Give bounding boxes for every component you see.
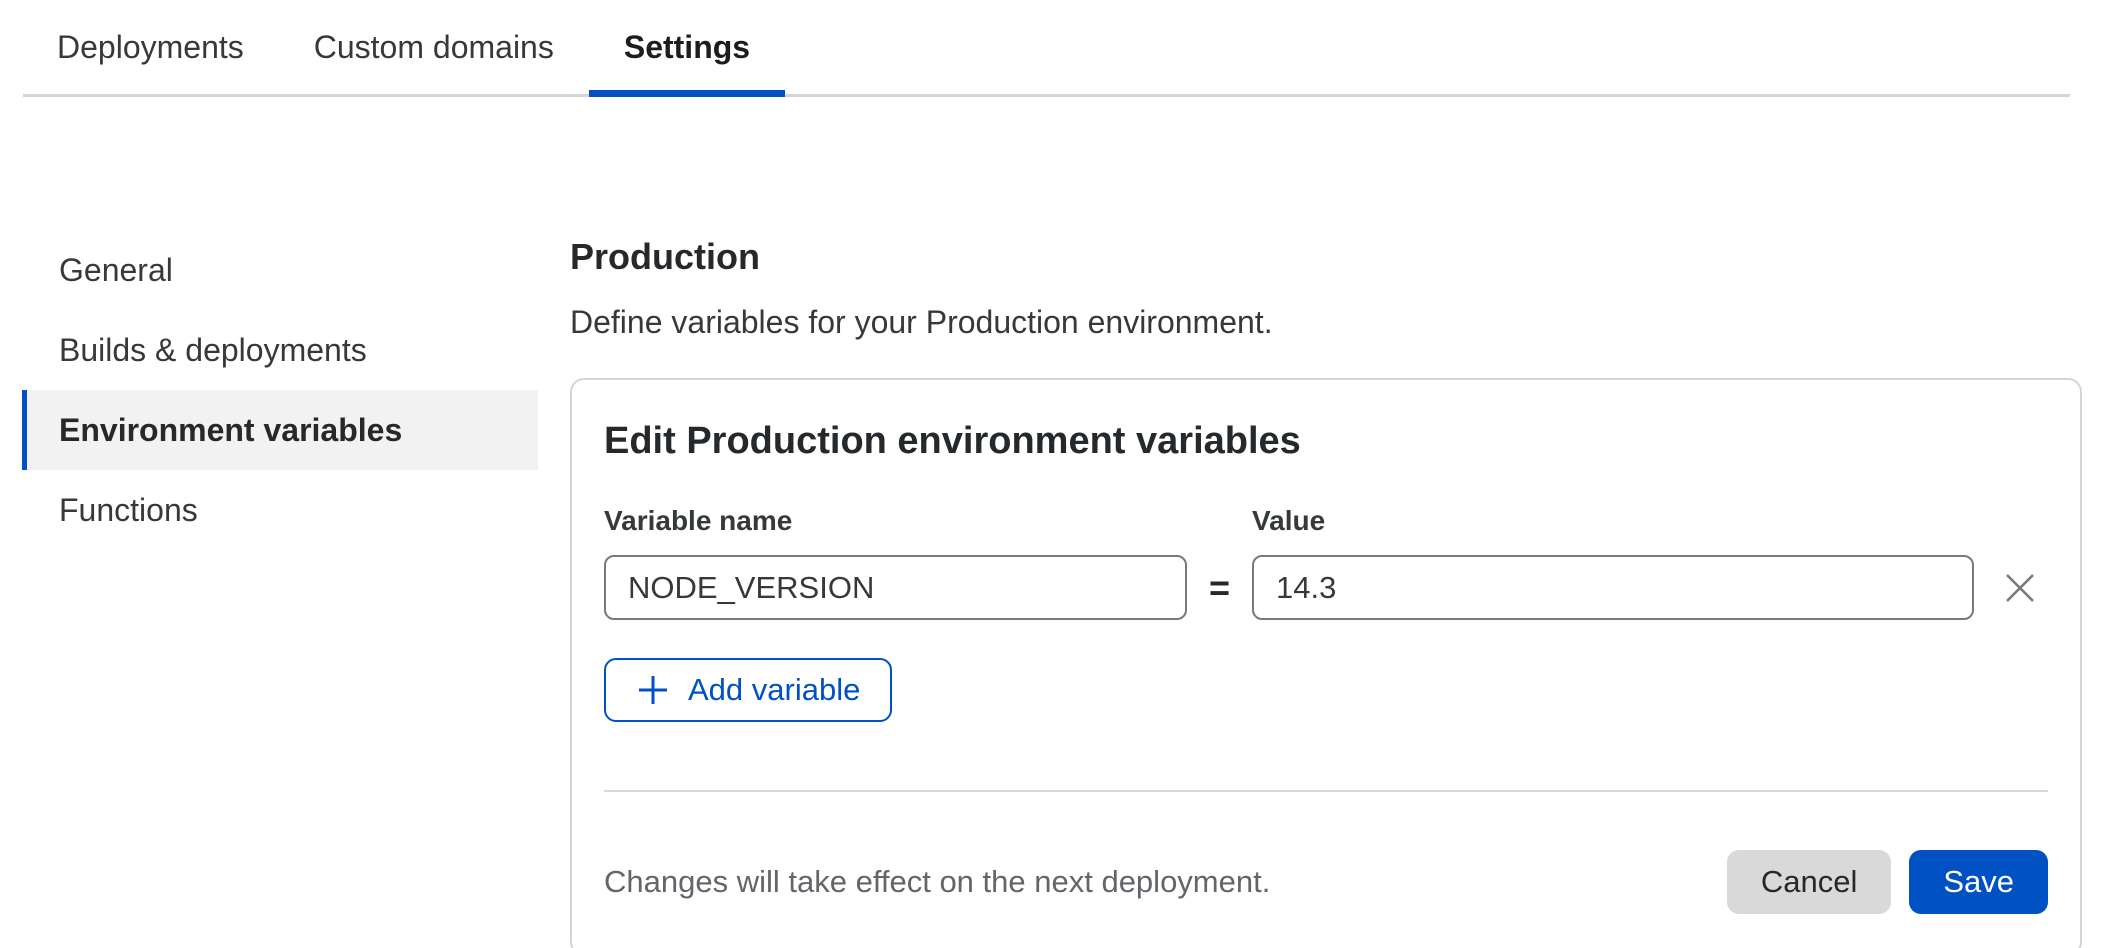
- settings-content: General Builds & deployments Environment…: [0, 97, 2121, 945]
- card-title: Edit Production environment variables: [604, 420, 2048, 463]
- project-tabbar: Deployments Custom domains Settings: [23, 0, 2070, 97]
- tab-settings[interactable]: Settings: [589, 0, 785, 94]
- sidebar-item-builds-deployments[interactable]: Builds & deployments: [22, 310, 538, 390]
- variable-value-label: Value: [1252, 505, 2048, 537]
- tab-custom-domains[interactable]: Custom domains: [279, 0, 589, 94]
- delete-variable-button[interactable]: [1996, 564, 2044, 612]
- sidebar-item-functions[interactable]: Functions: [22, 470, 538, 550]
- equals-sign: =: [1187, 567, 1252, 609]
- section-description: Define variables for your Production env…: [570, 304, 2082, 341]
- variable-value-input[interactable]: [1252, 555, 1974, 620]
- card-divider: [604, 790, 2048, 792]
- plus-icon: [636, 673, 670, 707]
- sidebar-item-general[interactable]: General: [22, 230, 538, 310]
- section-title: Production: [570, 236, 2082, 278]
- edit-variables-card: Edit Production environment variables Va…: [570, 378, 2082, 948]
- environment-variables-panel: Production Define variables for your Pro…: [570, 236, 2082, 948]
- variable-labels-row: Variable name Value: [604, 505, 2048, 537]
- cancel-button[interactable]: Cancel: [1727, 850, 1892, 914]
- tab-deployments[interactable]: Deployments: [23, 0, 279, 94]
- variable-name-input[interactable]: [604, 555, 1187, 620]
- variable-row: =: [604, 555, 2048, 620]
- sidebar-item-environment-variables[interactable]: Environment variables: [22, 390, 538, 470]
- variable-name-label: Variable name: [604, 505, 1252, 537]
- card-footer: Changes will take effect on the next dep…: [604, 850, 2048, 914]
- footer-note: Changes will take effect on the next dep…: [604, 864, 1727, 900]
- close-icon: [2000, 568, 2040, 608]
- add-variable-label: Add variable: [688, 672, 860, 708]
- settings-sidebar: General Builds & deployments Environment…: [22, 230, 538, 550]
- add-variable-button[interactable]: Add variable: [604, 658, 892, 722]
- save-button[interactable]: Save: [1909, 850, 2048, 914]
